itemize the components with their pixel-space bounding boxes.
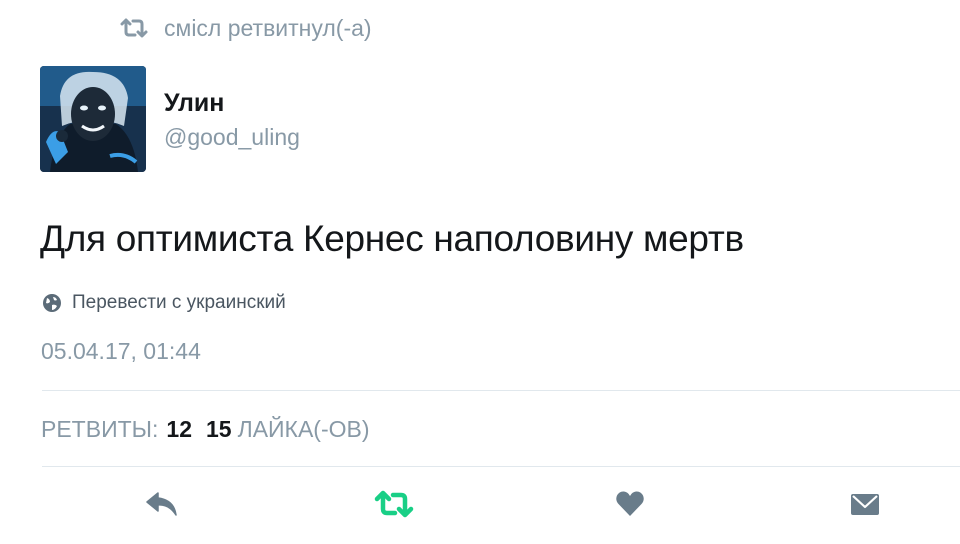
- likes-label[interactable]: ЛАЙКА(-ОВ): [238, 416, 370, 443]
- tweet-action-bar: [0, 478, 960, 532]
- divider: [42, 466, 960, 467]
- likes-count[interactable]: 15: [206, 416, 232, 443]
- like-button[interactable]: [609, 486, 651, 522]
- retweets-label[interactable]: РЕТВИТЫ:: [41, 416, 158, 443]
- retweet-button[interactable]: [373, 486, 415, 522]
- heart-icon: [616, 491, 644, 516]
- divider: [42, 390, 960, 391]
- author-block[interactable]: Улин @good_uling: [164, 88, 300, 152]
- avatar-image: [40, 66, 146, 172]
- tweet-stats: РЕТВИТЫ: 12 15 ЛАЙКА(-ОВ): [41, 416, 370, 443]
- retweet-context[interactable]: смісл ретвитнул(-а): [118, 10, 372, 46]
- tweet-timestamp: 05.04.17, 01:44: [41, 338, 201, 364]
- author-name[interactable]: Улин: [164, 88, 300, 118]
- translate-link[interactable]: Перевести с украинский: [42, 292, 286, 314]
- reply-icon: [146, 492, 177, 516]
- author-handle[interactable]: @good_uling: [164, 122, 300, 152]
- envelope-icon: [851, 494, 879, 515]
- retweet-icon: [120, 18, 148, 38]
- translate-label: Перевести с украинский: [72, 292, 286, 313]
- retweet-context-label: смісл ретвитнул(-а): [164, 14, 372, 41]
- retweet-icon: [374, 490, 414, 518]
- tweet-text: Для оптимиста Кернес наполовину мертв: [40, 218, 744, 259]
- globe-icon: [43, 294, 61, 312]
- avatar[interactable]: [40, 66, 146, 172]
- reply-button[interactable]: [141, 486, 183, 522]
- retweets-count[interactable]: 12: [166, 416, 192, 443]
- direct-message-button[interactable]: [844, 486, 886, 522]
